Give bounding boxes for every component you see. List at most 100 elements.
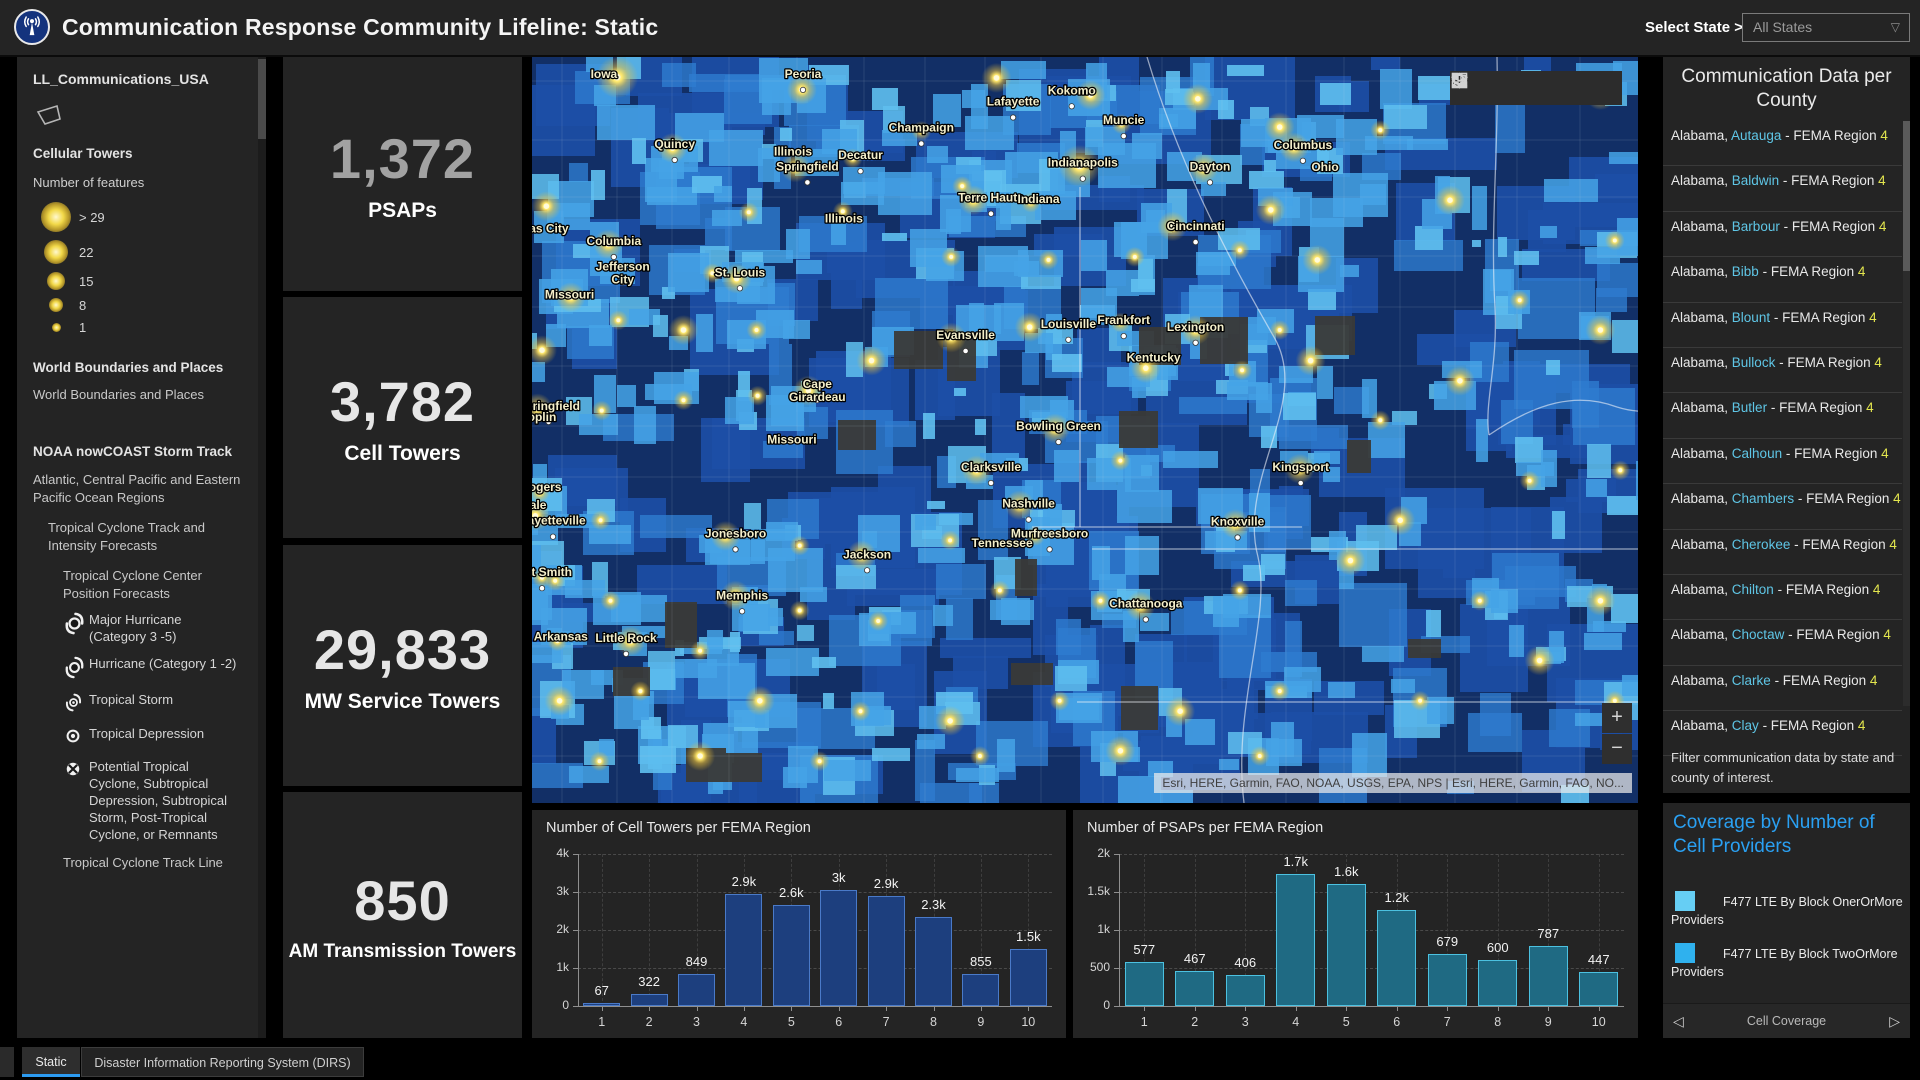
zoom-in-button[interactable]: + (1602, 703, 1632, 733)
bar (1478, 960, 1517, 1006)
tower-glow-icon (52, 323, 61, 332)
bar-value-label: 1.5k (993, 929, 1063, 944)
tower-dot (935, 706, 965, 736)
tower-dot (1510, 290, 1530, 310)
county-row[interactable]: Alabama, Butler - FEMA Region 4 (1663, 393, 1902, 438)
county-row[interactable]: Alabama, Choctaw - FEMA Region 4 (1663, 620, 1902, 665)
city-label: Muncie (1103, 113, 1145, 127)
county-list-scrollbar-thumb[interactable] (1903, 121, 1910, 271)
y-tick-label: 3k (532, 884, 569, 898)
county-row[interactable]: Alabama, Bullock - FEMA Region 4 (1663, 348, 1902, 393)
bar (1175, 971, 1214, 1006)
bar-value-label: 406 (1210, 955, 1280, 970)
county-row[interactable]: Alabama, Calhoun - FEMA Region 4 (1663, 439, 1902, 484)
tower-dot (669, 315, 699, 345)
x-tick-label: 7 (866, 1015, 906, 1029)
bar-value-label: 2.6k (756, 885, 826, 900)
chart-cell-towers-per-fema-region: Number of Cell Towers per FEMA Region 01… (532, 810, 1066, 1038)
tower-dot (1470, 591, 1490, 611)
tower-dot (745, 686, 775, 716)
sidebar-scrollbar-thumb[interactable] (258, 59, 266, 139)
tower-glow-icon (49, 298, 63, 312)
tower-dot (1605, 231, 1625, 251)
storm-legend-label: Major Hurricane (Category 3 -5) (89, 611, 242, 645)
header-bar: Communication Response Community Lifelin… (0, 0, 1920, 57)
legend-list-icon[interactable] (1520, 71, 1552, 105)
chart-title: Number of Cell Towers per FEMA Region (546, 820, 811, 836)
coverage-legend-item: F477 LTE By Block OnerOrMore Providers (1671, 891, 1904, 929)
tower-dot (868, 611, 888, 631)
x-tick-label: 1 (1124, 1015, 1164, 1029)
bar (820, 890, 857, 1006)
map-canvas[interactable]: IowaPeoriaKokomoLafayetteMuncieChampaign… (532, 57, 1638, 803)
city-dot (919, 141, 924, 146)
pager-label: Cell Coverage (1663, 1004, 1910, 1038)
city-label: Peoria (785, 67, 822, 81)
x-tick-label: 9 (961, 1015, 1001, 1029)
county-row[interactable]: Alabama, Blount - FEMA Region 4 (1663, 303, 1902, 348)
city-dot (1298, 480, 1303, 485)
county-row[interactable]: Alabama, Cherokee - FEMA Region 4 (1663, 530, 1902, 575)
bar-value-label: 1.6k (1311, 864, 1381, 879)
zoom-out-button[interactable]: − (1602, 734, 1632, 764)
y-tick-label: 0 (1073, 998, 1110, 1012)
potential-cyclone-icon (63, 758, 89, 844)
county-row[interactable]: Alabama, Autauga - FEMA Region 4 (1663, 121, 1902, 166)
storm-legend-row: Tropical Storm (63, 691, 242, 716)
fema-region-number: 4 (1879, 219, 1887, 234)
city-dot (988, 480, 993, 485)
county-row[interactable]: Alabama, Clarke - FEMA Region 4 (1663, 666, 1902, 711)
city-dot (1143, 617, 1148, 622)
city-dot (1235, 535, 1240, 540)
city-dot (672, 157, 677, 162)
city-dot (1066, 337, 1071, 342)
major-hurricane-icon (63, 611, 89, 645)
county-row[interactable]: Alabama, Chilton - FEMA Region 4 (1663, 575, 1902, 620)
coverage-providers-panel: Coverage by Number of Cell Providers F47… (1663, 803, 1910, 1038)
city-dot (1047, 547, 1052, 552)
pager-prev-icon[interactable]: ◁ (1673, 1004, 1684, 1038)
county-name: Bullock (1732, 355, 1776, 370)
city-dot (623, 651, 628, 656)
y-tick-label: 1k (1073, 922, 1110, 936)
basemap-gallery-icon[interactable] (1584, 71, 1616, 105)
sidebar-scrollbar[interactable] (258, 57, 266, 1038)
kpi-am-transmission-towers-value: 850 (354, 868, 450, 933)
county-row[interactable]: Alabama, Baldwin - FEMA Region 4 (1663, 166, 1902, 211)
tower-dot (790, 536, 810, 556)
cyclone-center-position-label: Tropical Cyclone Center Position Forecas… (63, 567, 242, 602)
x-tick-label: 9 (1528, 1015, 1568, 1029)
map-attribution: Esri, HERE, Garmin, FAO, NOAA, USGS, EPA… (1154, 773, 1632, 793)
tab-static[interactable]: Static (22, 1047, 80, 1077)
city-dot (800, 87, 805, 92)
bar (1377, 910, 1416, 1006)
bar (678, 974, 715, 1006)
tab-dirs[interactable]: Disaster Information Reporting System (D… (81, 1047, 364, 1077)
county-name: Autauga (1731, 128, 1781, 143)
city-dot (1193, 239, 1198, 244)
county-row[interactable]: Alabama, Chambers - FEMA Region 4 (1663, 484, 1902, 529)
tower-dot (1091, 591, 1111, 611)
tower-glow-icon (44, 240, 68, 264)
city-dot (1300, 158, 1305, 163)
city-label: Kentucky (1127, 350, 1181, 364)
county-filter-hint: Filter communication data by state and c… (1671, 748, 1900, 787)
city-dot (1056, 439, 1061, 444)
feature-size-label: > 29 (79, 210, 105, 225)
x-tick-label: 2 (629, 1015, 669, 1029)
county-row[interactable]: Alabama, Barbour - FEMA Region 4 (1663, 212, 1902, 257)
city-dot (988, 211, 993, 216)
city-label: Quincy (654, 137, 695, 151)
city-label: Decatur (838, 148, 883, 162)
home-icon[interactable] (1488, 71, 1520, 105)
bar-value-label: 600 (1463, 940, 1533, 955)
county-row[interactable]: Alabama, Bibb - FEMA Region 4 (1663, 257, 1902, 302)
layers-icon[interactable] (1552, 71, 1584, 105)
x-tick-label: 5 (771, 1015, 811, 1029)
county-name: Butler (1732, 400, 1767, 415)
coverage-map[interactable]: IowaPeoriaKokomoLafayetteMuncieChampaign… (532, 57, 1638, 803)
tower-dot (1445, 366, 1475, 396)
state-dropdown[interactable]: All States ▽ (1742, 13, 1910, 42)
pager-next-icon[interactable]: ▷ (1889, 1004, 1900, 1038)
city-label: Iowa (591, 67, 618, 81)
